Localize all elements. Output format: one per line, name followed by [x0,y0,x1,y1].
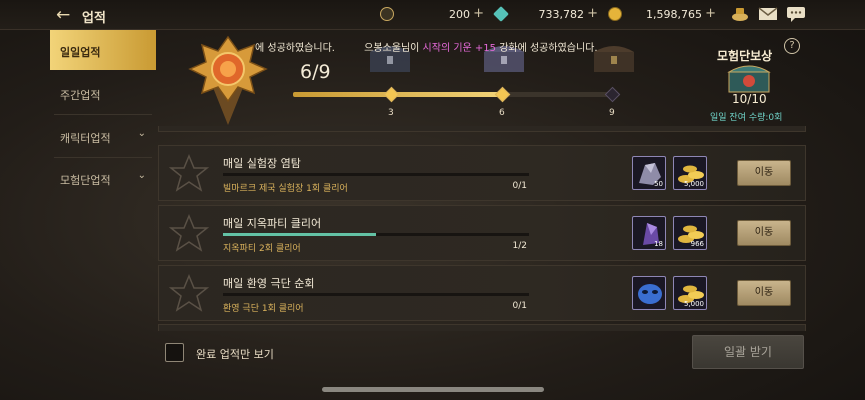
team-reward-title: 모험단보상 [717,49,773,63]
currency-crown: 200 + [380,6,484,24]
reward-item-gold-icon[interactable]: 5,000 [673,156,707,190]
divider [54,114,152,115]
tab-daily[interactable]: 일일업적 [50,30,156,70]
achievement-row: 매일 환영 극단 순회 환영 극단 1회 클리어 0/1 5,000 이동 [158,265,806,321]
move-button[interactable]: 이동 [737,220,791,246]
achievement-name: 매일 지옥파티 클리어 [223,217,322,230]
milestone-marker[interactable] [383,86,400,103]
achievement-description: 지옥파티 2회 클리어 [223,244,301,254]
achievement-progress-bar [223,173,529,176]
milestone-track [293,92,613,97]
team-reward-remaining: 일일 잔여 수량:0회 [710,113,783,123]
daily-progress-banner: 에 성공하였습니다. 으봉소울님이 시작의 기운 +15 강화에 성공하였습니다… [160,30,865,126]
mail-icon[interactable] [758,6,778,22]
achievement-name: 매일 환영 극단 순회 [223,277,315,290]
broadcast-notice: 에 성공하였습니다. 으봉소울님이 시작의 기운 +15 강화에 성공하였습니다… [255,43,598,54]
milestone-marker[interactable] [494,86,511,103]
page-title: 업적 [82,11,106,26]
chevron-down-icon: ⌄ [137,170,146,181]
bag-icon[interactable] [730,6,750,22]
add-crown-button[interactable]: + [473,6,484,21]
reward-item-gold-icon[interactable]: 966 [673,216,707,250]
move-button[interactable]: 이동 [737,160,791,186]
achievement-row: 매일 실험장 염탐 빌마르크 제국 실험장 1회 클리어 0/1 50 5,00… [158,145,806,201]
chest-icon[interactable] [592,42,636,74]
currency-gold: 1,598,765 + [608,6,716,24]
chevron-down-icon: ⌄ [137,128,146,139]
daily-progress-count: 6/9 [300,61,331,83]
tab-weekly[interactable]: 주간업적 [50,73,156,113]
achievement-progress-bar [223,293,529,296]
category-sidebar: 일일업적 주간업적 캐릭터업적 ⌄ 모험단업적 ⌄ [50,30,156,400]
add-gold-button[interactable]: + [705,6,716,21]
currency-crystal: 733,782 + [493,6,598,24]
add-crystal-button[interactable]: + [587,6,598,21]
achievement-description: 환영 극단 1회 클리어 [223,304,304,314]
achievement-row: 매일 지옥파티 클리어 지옥파티 2회 클리어 1/2 18 966 이동 [158,205,806,261]
team-reward-count: 10/10 [732,92,767,106]
achievement-list[interactable]: 매일 실험장 염탐 빌마르크 제국 실험장 1회 클리어 0/1 50 5,00… [158,126,806,331]
completed-only-label: 완료 업적만 보기 [196,348,274,361]
achievement-progress-text: 0/1 [512,301,527,311]
team-reward-chest-icon[interactable] [726,63,772,93]
milestone-label: 9 [609,108,615,118]
milestone-label: 6 [499,108,505,118]
achievement-star-icon [169,214,209,252]
home-indicator[interactable] [322,387,544,392]
tab-character[interactable]: 캐릭터업적 ⌄ [50,116,156,156]
back-arrow-icon[interactable]: ← [56,5,70,25]
completed-only-checkbox[interactable] [165,343,184,362]
milestone-track-fill [293,92,507,97]
achievement-description: 빌마르크 제국 실험장 1회 클리어 [223,184,348,194]
milestone-marker[interactable] [604,86,621,103]
chat-icon[interactable] [786,6,806,22]
tab-adventure-team[interactable]: 모험단업적 ⌄ [50,158,156,198]
claim-all-button[interactable]: 일괄 받기 [692,335,804,369]
list-item [158,126,806,132]
achievement-star-icon [169,274,209,312]
reward-item-ore-icon[interactable]: 50 [632,156,666,190]
reward-item-crystal-icon[interactable]: 18 [632,216,666,250]
achievement-progress-text: 0/1 [512,181,527,191]
blue-mask-icon [638,284,662,304]
move-button[interactable]: 이동 [737,280,791,306]
crown-coin-icon [380,7,394,21]
crystal-icon [493,6,509,22]
milestone-label: 3 [388,108,394,118]
reward-item-mask-icon[interactable] [632,276,666,310]
achievement-name: 매일 실험장 염탐 [223,157,301,170]
achievement-progress-text: 1/2 [512,241,527,251]
gold-coin-icon [608,7,622,21]
achievement-progress-bar [223,233,529,236]
list-item [158,324,806,331]
achievement-star-icon [169,154,209,192]
top-bar: ← 업적 200 + 733,782 + 1,598,765 + [0,0,865,30]
reward-item-gold-icon[interactable]: 5,000 [673,276,707,310]
help-button[interactable]: ? [784,38,800,54]
achievement-progress-fill [223,233,376,236]
